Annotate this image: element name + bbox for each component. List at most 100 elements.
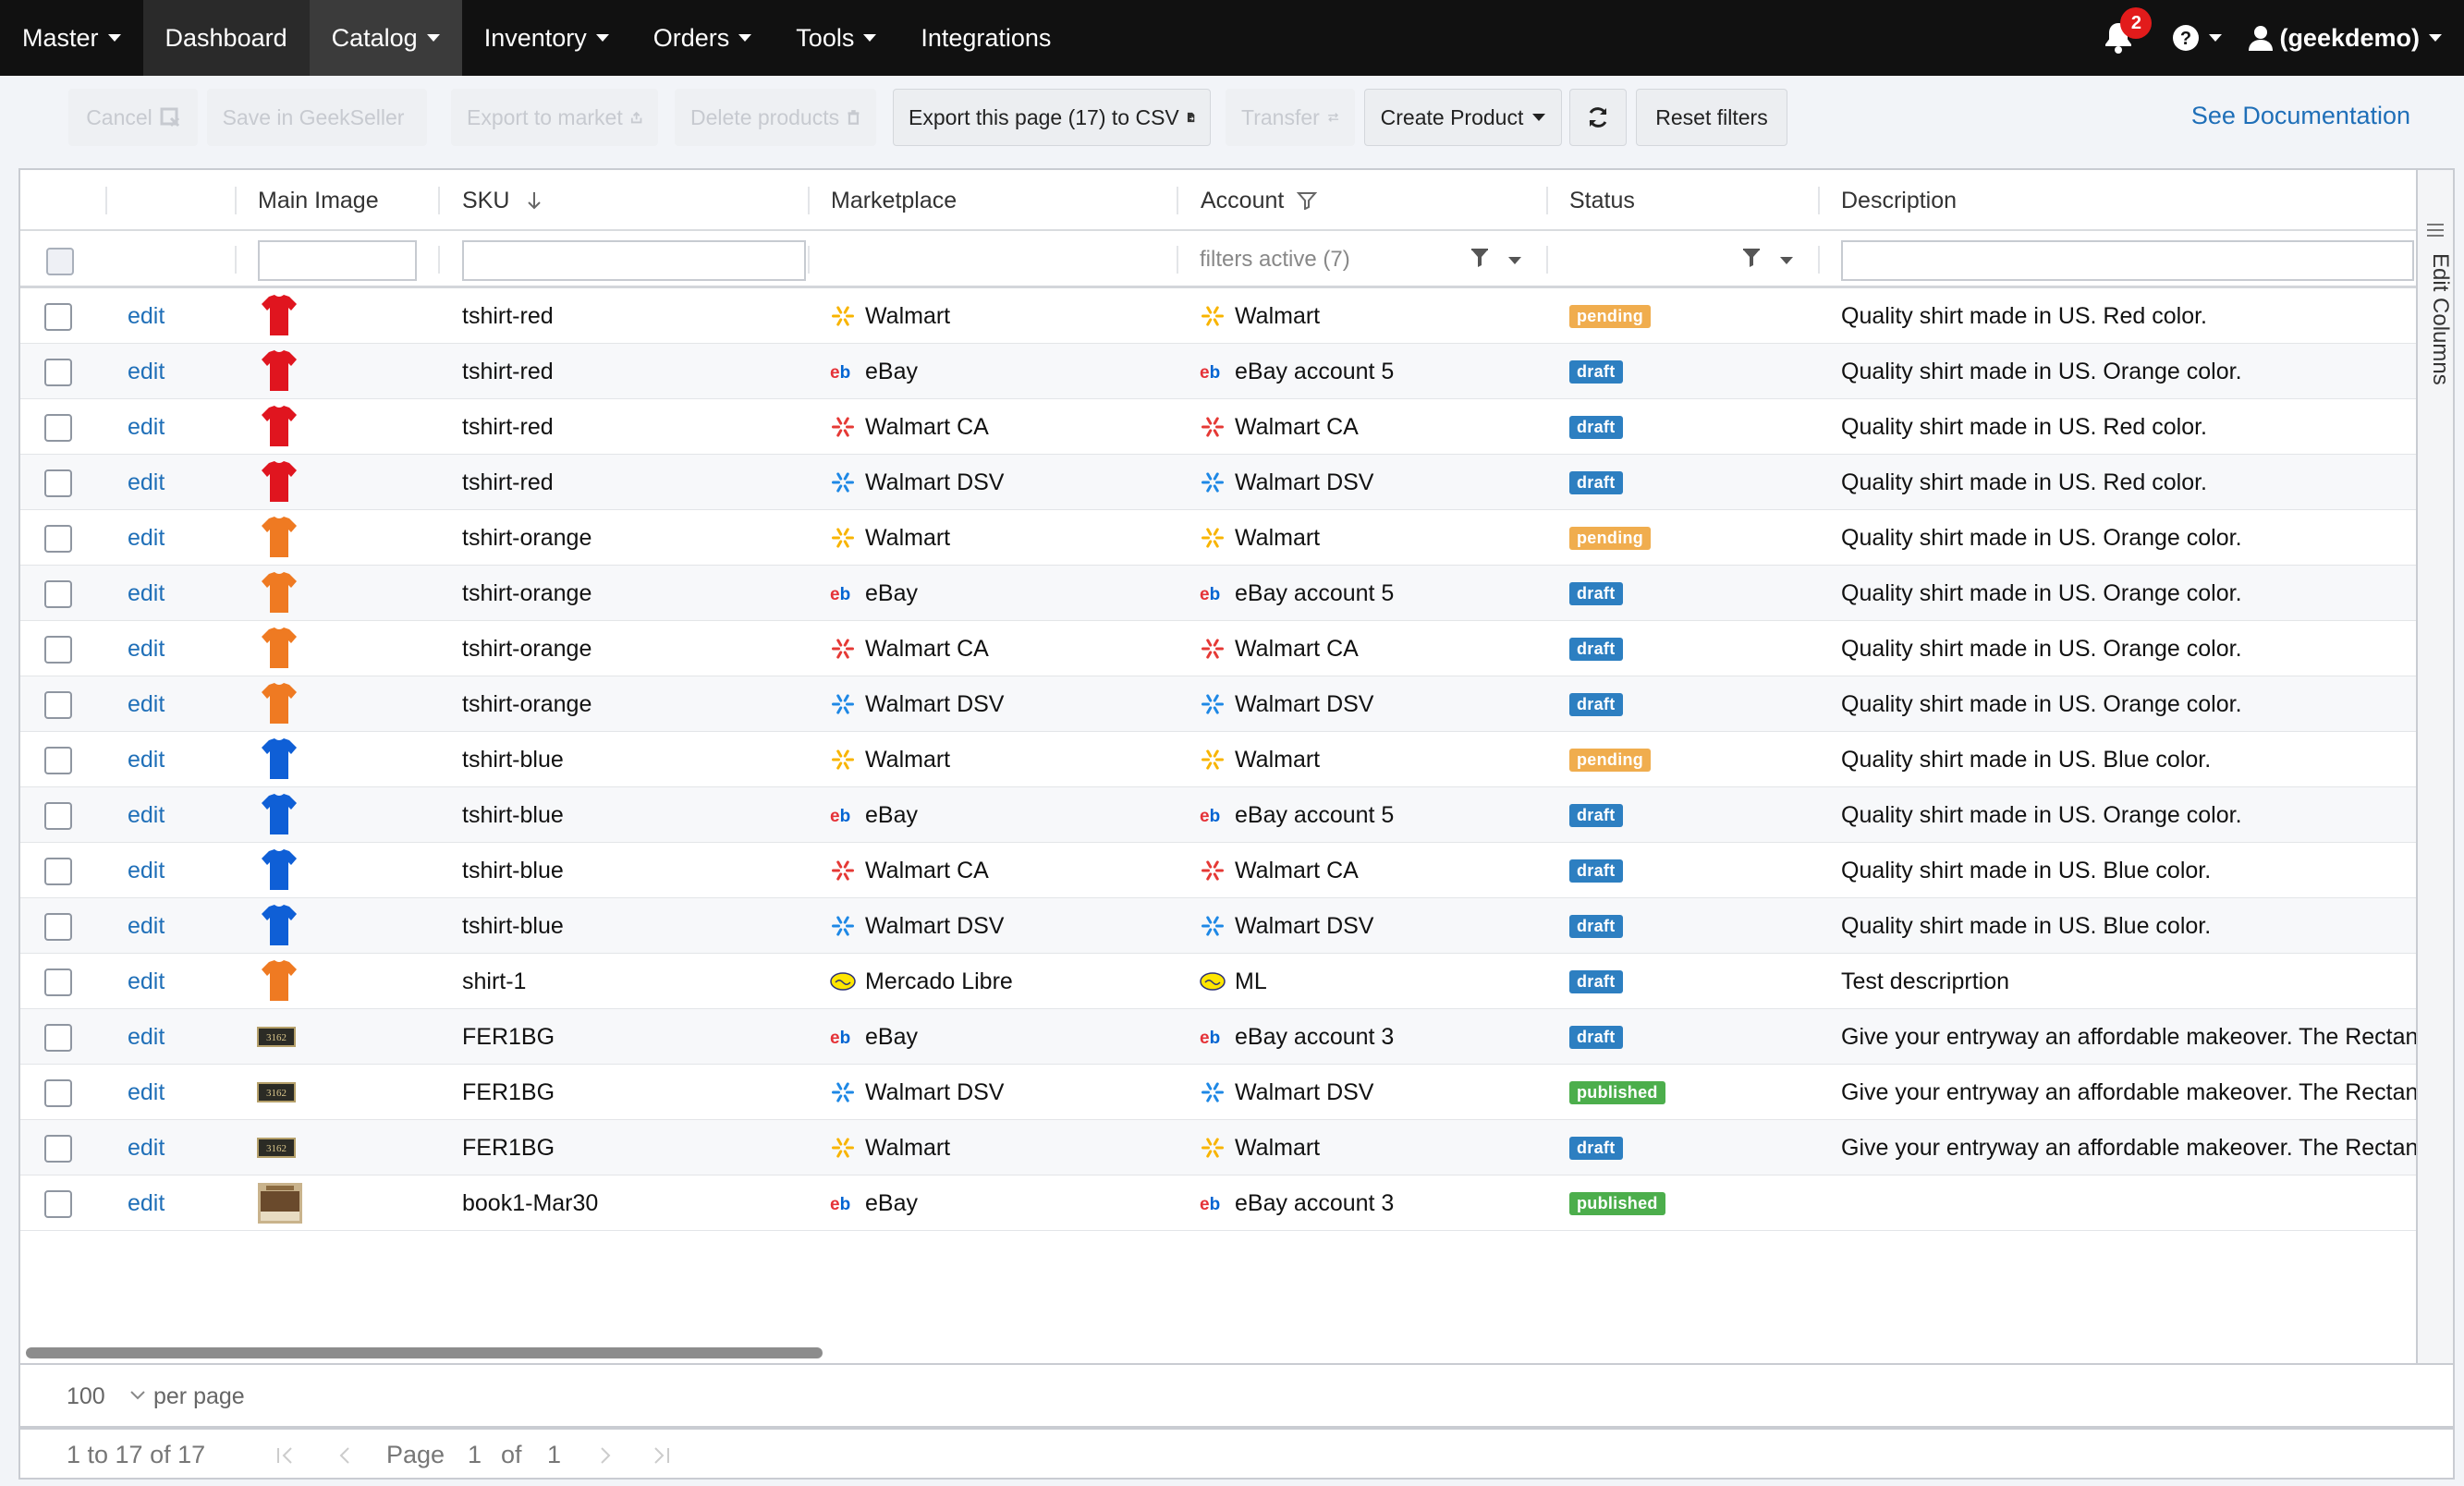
row-checkbox[interactable]: [44, 580, 72, 608]
product-thumbnail[interactable]: [257, 898, 301, 954]
export-csv-button[interactable]: Export this page (17) to CSV: [893, 89, 1211, 146]
edit-link[interactable]: edit: [128, 414, 165, 441]
row-checkbox[interactable]: [44, 469, 72, 497]
edit-link[interactable]: edit: [128, 968, 165, 995]
see-documentation-link[interactable]: See Documentation: [2191, 102, 2410, 130]
nav-orders[interactable]: Orders: [631, 0, 775, 76]
col-header-account[interactable]: Account: [1201, 170, 1318, 231]
nav-master[interactable]: Master: [0, 0, 143, 76]
row-checkbox[interactable]: [44, 802, 72, 830]
edit-link[interactable]: edit: [128, 691, 165, 718]
sku-filter-input[interactable]: [462, 240, 806, 281]
row-checkbox[interactable]: [44, 359, 72, 386]
edit-link[interactable]: edit: [128, 303, 165, 330]
previous-page-icon[interactable]: [336, 1446, 353, 1465]
nav-tools[interactable]: Tools: [774, 0, 898, 76]
col-header-sku[interactable]: SKU: [462, 170, 543, 231]
account-value: ML: [1235, 968, 1267, 994]
product-thumbnail[interactable]: [257, 455, 301, 510]
edit-link[interactable]: edit: [128, 913, 165, 940]
product-thumbnail[interactable]: [257, 1175, 303, 1231]
filter-funnel-icon[interactable]: [1470, 248, 1492, 270]
help-menu[interactable]: ?: [2155, 0, 2238, 76]
col-header-description[interactable]: Description: [1841, 170, 1957, 231]
product-thumbnail[interactable]: 3162: [257, 1065, 296, 1120]
last-page-icon[interactable]: [651, 1446, 671, 1465]
description-filter-input[interactable]: [1841, 240, 2414, 281]
row-checkbox[interactable]: [44, 747, 72, 774]
sku-value: tshirt-red: [462, 358, 554, 384]
account-value: Walmart DSV: [1235, 1078, 1374, 1105]
row-checkbox[interactable]: [44, 858, 72, 885]
caret-down-icon[interactable]: [1508, 257, 1521, 264]
marketplace-value: Mercado Libre: [865, 968, 1013, 994]
edit-columns-panel[interactable]: Edit Columns: [2416, 170, 2453, 1363]
product-thumbnail[interactable]: [257, 676, 301, 732]
product-thumbnail[interactable]: [257, 843, 301, 898]
refresh-button[interactable]: [1569, 89, 1627, 146]
edit-link[interactable]: edit: [128, 858, 165, 884]
row-checkbox[interactable]: [44, 1190, 72, 1218]
edit-link[interactable]: edit: [128, 1135, 165, 1162]
row-checkbox[interactable]: [44, 913, 72, 941]
edit-link[interactable]: edit: [128, 1079, 165, 1106]
cancel-button[interactable]: Cancel: [68, 89, 198, 146]
row-checkbox[interactable]: [44, 414, 72, 442]
col-header-status[interactable]: Status: [1569, 170, 1635, 231]
account-filter-status[interactable]: filters active (7): [1200, 231, 1350, 288]
row-checkbox[interactable]: [44, 525, 72, 553]
row-checkbox[interactable]: [44, 1079, 72, 1107]
page-size-value[interactable]: 100: [67, 1383, 105, 1410]
edit-link[interactable]: edit: [128, 1024, 165, 1051]
select-all-checkbox[interactable]: [46, 248, 74, 275]
notifications-button[interactable]: 2: [2081, 0, 2155, 76]
row-checkbox[interactable]: [44, 636, 72, 664]
col-header-main-image[interactable]: Main Image: [258, 170, 379, 231]
next-page-icon[interactable]: [597, 1446, 614, 1465]
product-thumbnail[interactable]: [257, 344, 301, 399]
export-to-market-button[interactable]: Export to market: [451, 89, 658, 146]
product-thumbnail[interactable]: 3162: [257, 1120, 296, 1175]
user-menu[interactable]: (geekdemo): [2238, 0, 2464, 76]
nav-dashboard[interactable]: Dashboard: [142, 0, 310, 76]
col-header-marketplace[interactable]: Marketplace: [831, 170, 957, 231]
product-thumbnail[interactable]: [257, 288, 301, 344]
product-thumbnail[interactable]: [257, 510, 301, 566]
edit-link[interactable]: edit: [128, 636, 165, 663]
nav-catalog[interactable]: Catalog: [309, 0, 462, 76]
product-thumbnail[interactable]: [257, 399, 301, 455]
edit-link[interactable]: edit: [128, 802, 165, 829]
product-thumbnail[interactable]: 3162: [257, 1009, 296, 1065]
filter-funnel-icon[interactable]: [1741, 248, 1763, 270]
edit-link[interactable]: edit: [128, 580, 165, 607]
cancel-label: Cancel: [86, 104, 152, 129]
nav-inventory[interactable]: Inventory: [462, 0, 631, 76]
main-image-filter-input[interactable]: [258, 240, 417, 281]
column-separator: [235, 246, 237, 274]
chevron-down-icon[interactable]: [129, 1389, 146, 1402]
transfer-button[interactable]: Transfer: [1226, 89, 1355, 146]
caret-down-icon[interactable]: [1780, 257, 1793, 264]
edit-link[interactable]: edit: [128, 469, 165, 496]
create-product-button[interactable]: Create Product: [1364, 89, 1562, 146]
delete-products-button[interactable]: Delete products: [675, 89, 876, 146]
product-thumbnail[interactable]: [257, 954, 301, 1009]
horizontal-scrollbar[interactable]: [26, 1347, 823, 1358]
row-checkbox[interactable]: [44, 1024, 72, 1052]
save-in-geekseller-button[interactable]: Save in GeekSeller: [207, 89, 427, 146]
row-checkbox[interactable]: [44, 691, 72, 719]
edit-link[interactable]: edit: [128, 525, 165, 552]
first-page-icon[interactable]: [275, 1446, 296, 1465]
reset-filters-button[interactable]: Reset filters: [1636, 89, 1787, 146]
product-thumbnail[interactable]: [257, 732, 301, 787]
edit-link[interactable]: edit: [128, 1190, 165, 1217]
nav-integrations[interactable]: Integrations: [898, 0, 1073, 76]
row-checkbox[interactable]: [44, 1135, 72, 1163]
product-thumbnail[interactable]: [257, 787, 301, 843]
product-thumbnail[interactable]: [257, 566, 301, 621]
row-checkbox[interactable]: [44, 303, 72, 331]
product-thumbnail[interactable]: [257, 621, 301, 676]
edit-link[interactable]: edit: [128, 747, 165, 773]
row-checkbox[interactable]: [44, 968, 72, 996]
edit-link[interactable]: edit: [128, 359, 165, 385]
